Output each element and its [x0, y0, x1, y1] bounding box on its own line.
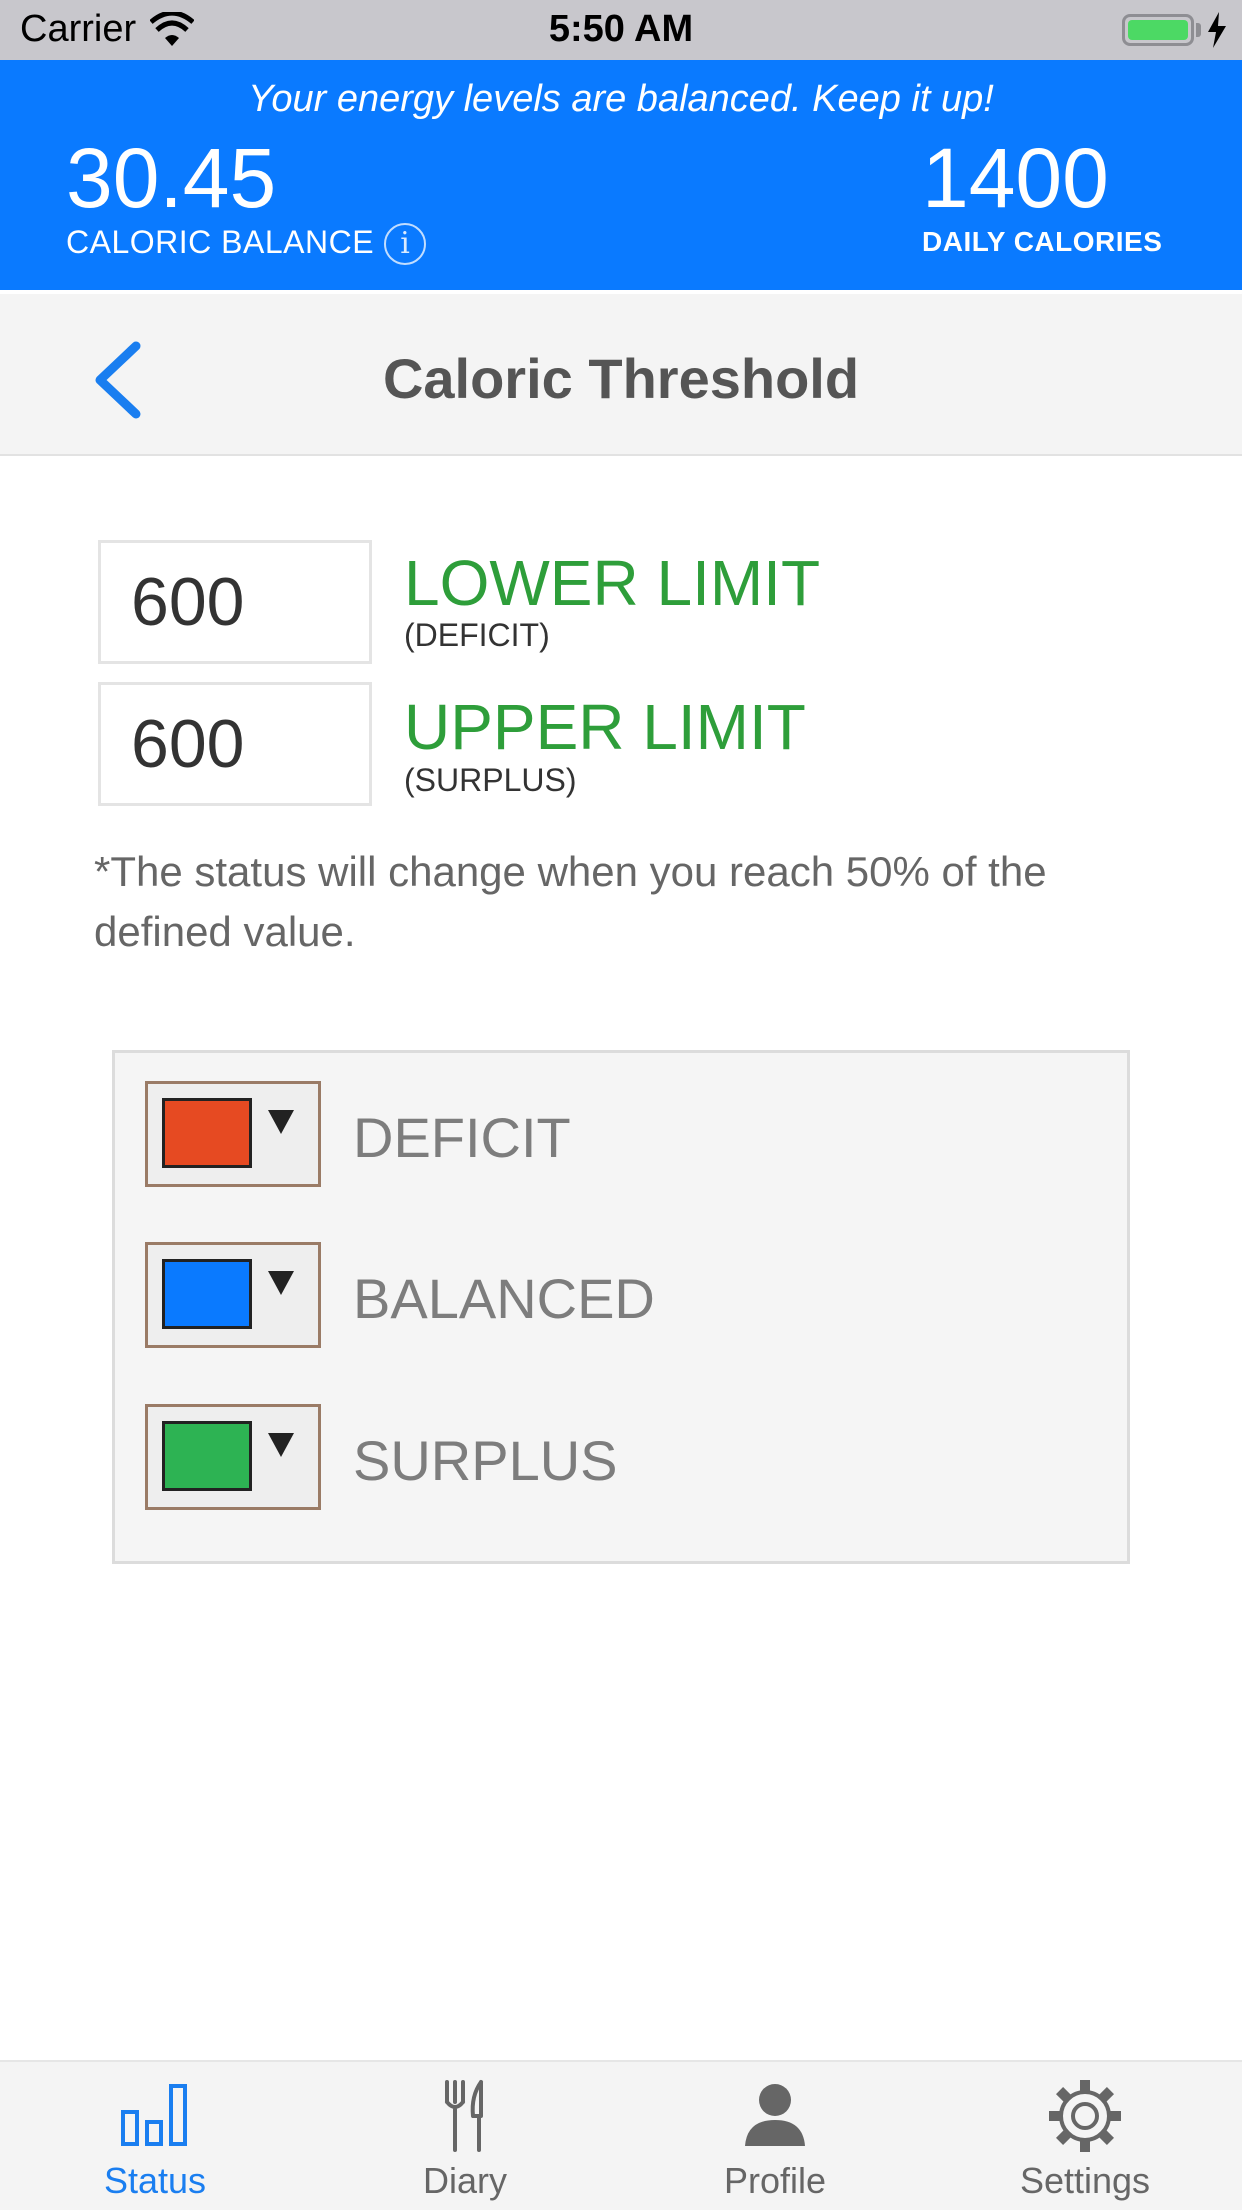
battery-icon	[1122, 14, 1194, 46]
lower-limit-title: LOWER LIMIT	[404, 547, 821, 619]
dropdown-arrow-icon	[268, 1271, 294, 1295]
upper-limit-subtitle: (SURPLUS)	[404, 762, 577, 798]
surplus-color-label: SURPLUS	[353, 1429, 618, 1492]
deficit-color-label: DEFICIT	[353, 1106, 571, 1169]
bar-chart-icon	[121, 2084, 187, 2146]
upper-limit-input[interactable]: 600	[98, 682, 372, 806]
threshold-note: *The status will change when you reach 5…	[94, 848, 1047, 955]
surplus-color-picker[interactable]	[145, 1404, 321, 1510]
person-icon	[745, 2084, 805, 2146]
dropdown-arrow-icon	[268, 1110, 294, 1134]
caloric-balance-label: CALORIC BALANCE	[66, 224, 375, 260]
balanced-color-picker[interactable]	[145, 1242, 321, 1348]
tab-settings-label: Settings	[1019, 2160, 1151, 2201]
tab-diary-label: Diary	[422, 2160, 507, 2201]
lower-limit-subtitle: (DEFICIT)	[404, 617, 550, 653]
lower-limit-input[interactable]: 600	[98, 540, 372, 664]
dropdown-arrow-icon	[268, 1433, 294, 1457]
tab-status-label: Status	[103, 2160, 207, 2201]
tab-profile[interactable]: Profile	[620, 2062, 930, 2210]
surplus-color-swatch	[162, 1421, 252, 1491]
tab-bar: Status Diary Profile Settings	[0, 2060, 1242, 2210]
page-title: Caloric Threshold	[382, 347, 860, 410]
daily-calories-value: 1400	[922, 131, 1109, 225]
tab-status[interactable]: Status	[0, 2062, 310, 2210]
upper-limit-title: UPPER LIMIT	[404, 691, 806, 763]
deficit-color-picker[interactable]	[145, 1081, 321, 1187]
status-color-panel: DEFICIT BALANCED SURPLUS	[112, 1050, 1130, 1564]
fork-knife-icon	[445, 2080, 483, 2152]
banner-message: Your energy levels are balanced. Keep it…	[248, 78, 994, 120]
battery-nub	[1196, 23, 1201, 37]
gear-icon	[1049, 2080, 1121, 2152]
info-icon[interactable]: i	[384, 223, 426, 265]
clock-time: 5:50 AM	[548, 8, 694, 50]
balanced-color-label: BALANCED	[353, 1267, 655, 1330]
daily-calories-label: DAILY CALORIES	[922, 226, 1163, 257]
navigation-bar: Caloric Threshold	[0, 294, 1242, 456]
deficit-color-swatch	[162, 1098, 252, 1168]
energy-banner: Your energy levels are balanced. Keep it…	[0, 60, 1242, 290]
status-bar: Carrier 5:50 AM	[0, 0, 1242, 60]
tab-profile-label: Profile	[723, 2160, 827, 2201]
balanced-color-swatch	[162, 1259, 252, 1329]
charging-bolt-icon	[1208, 12, 1226, 48]
tab-diary[interactable]: Diary	[310, 2062, 620, 2210]
caloric-balance-value: 30.45	[66, 131, 277, 225]
tab-settings[interactable]: Settings	[930, 2062, 1240, 2210]
